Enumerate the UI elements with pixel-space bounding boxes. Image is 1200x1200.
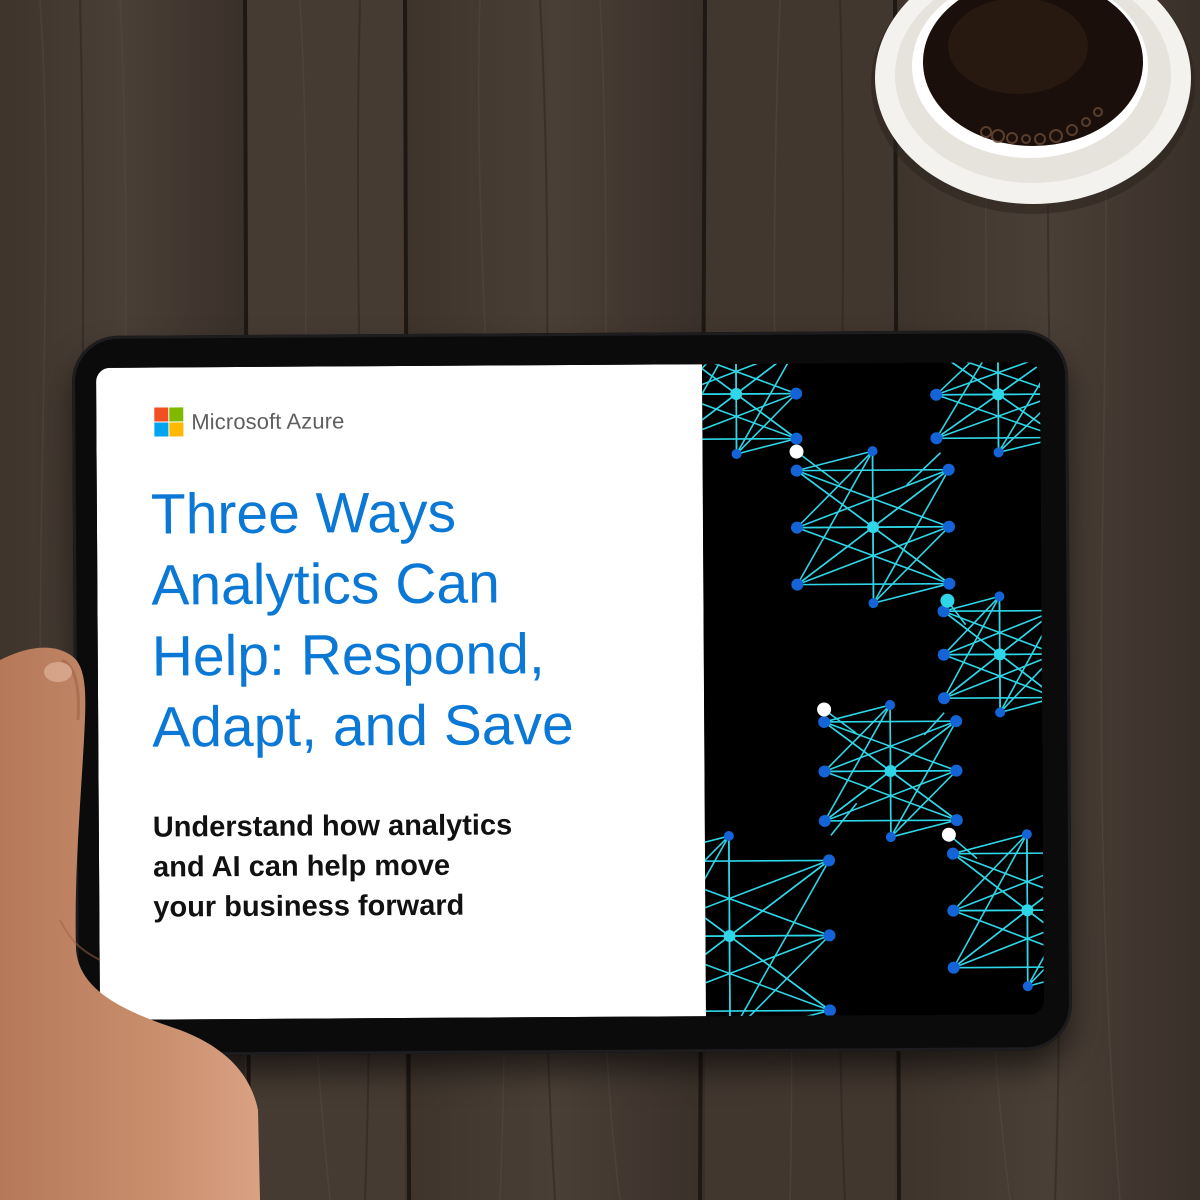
microsoft-logo-icon bbox=[154, 407, 184, 437]
brand-name: Microsoft Azure bbox=[191, 407, 345, 434]
brand-lockup: Microsoft Azure bbox=[154, 406, 345, 437]
hand bbox=[0, 647, 260, 1200]
photo-scene: Microsoft Azure Three Ways Analytics Can… bbox=[0, 0, 1200, 1200]
network-graphic bbox=[701, 362, 1044, 1017]
coffee-cup bbox=[871, 0, 1195, 214]
